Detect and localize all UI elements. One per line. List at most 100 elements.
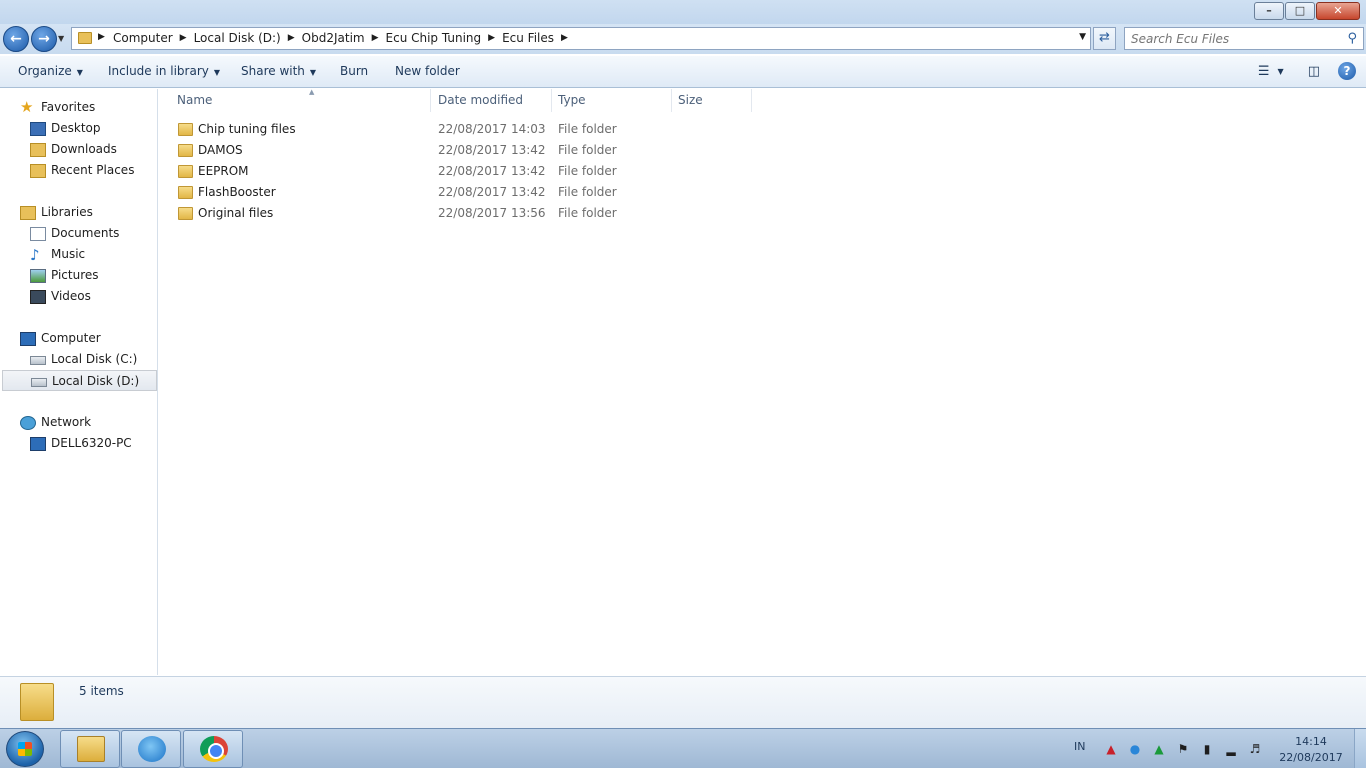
file-type: File folder — [558, 122, 617, 136]
search-icon[interactable]: ⚲ — [1347, 31, 1357, 46]
caret-down-icon: ▼ — [213, 68, 221, 77]
forward-button[interactable]: → — [31, 26, 57, 52]
change-view-icon[interactable]: ☰ — [1258, 64, 1270, 79]
breadcrumb-computer[interactable]: Computer — [110, 31, 176, 46]
help-icon[interactable]: ? — [1338, 62, 1356, 80]
nav-videos[interactable]: Videos — [0, 286, 158, 307]
file-type: File folder — [558, 206, 617, 220]
chrome-icon — [200, 736, 228, 762]
taskbar-teamviewer-button[interactable] — [121, 730, 181, 768]
teamviewer-tray-icon[interactable]: ● — [1128, 742, 1142, 756]
nav-music-label: Music — [51, 247, 86, 261]
chevron-right-icon[interactable]: ▶ — [484, 31, 499, 46]
chevron-right-icon[interactable]: ▶ — [176, 31, 191, 46]
file-row[interactable]: Original files 22/08/2017 13:56 File fol… — [171, 203, 771, 224]
folder-icon — [178, 186, 193, 199]
file-type: File folder — [558, 164, 617, 178]
action-center-flag-icon[interactable]: ⚑ — [1176, 742, 1190, 756]
libraries-icon — [20, 206, 36, 220]
network-computer-icon — [30, 437, 46, 451]
breadcrumb-ecu-files[interactable]: Ecu Files — [499, 31, 557, 46]
network-signal-icon[interactable]: ▂ — [1224, 742, 1238, 756]
view-dropdown-icon[interactable]: ▼ — [1278, 67, 1284, 76]
chevron-right-icon[interactable]: ▶ — [98, 32, 105, 42]
documents-icon — [30, 227, 46, 241]
close-button[interactable]: ✕ — [1316, 2, 1360, 20]
details-pane: 5 items — [0, 676, 1366, 728]
new-folder-button[interactable]: New folder — [395, 64, 460, 78]
chevron-right-icon[interactable]: ▶ — [284, 31, 299, 46]
nav-videos-label: Videos — [51, 289, 91, 303]
item-count: 5 items — [79, 684, 124, 698]
volume-icon[interactable]: ♬ — [1248, 742, 1262, 756]
view-controls: ☰ ▼ ◫ ? — [1244, 62, 1356, 80]
share-with-button[interactable]: Share with ▼ — [241, 64, 316, 78]
nav-downloads[interactable]: Downloads — [0, 139, 158, 160]
nav-libraries[interactable]: Libraries — [0, 202, 158, 223]
file-name: Chip tuning files — [198, 122, 296, 136]
taskbar-explorer-button[interactable] — [60, 730, 120, 768]
column-header-date[interactable]: Date modified — [432, 89, 552, 112]
address-dropdown-icon[interactable]: ▼ — [1079, 32, 1086, 42]
nav-recent-places[interactable]: Recent Places — [0, 160, 158, 181]
organize-button[interactable]: Organize ▼ — [18, 64, 83, 78]
refresh-button[interactable]: ⇄ — [1093, 27, 1116, 50]
preview-pane-icon[interactable]: ◫ — [1308, 64, 1320, 79]
chevron-right-icon[interactable]: ▶ — [368, 31, 383, 46]
folder-icon — [178, 144, 193, 157]
title-bar: – □ ✕ — [0, 0, 1366, 24]
nav-favorites[interactable]: ★ Favorites — [0, 97, 158, 118]
drive-c-icon — [30, 356, 46, 365]
nav-computer[interactable]: Computer — [0, 328, 158, 349]
breadcrumb-local-disk-d[interactable]: Local Disk (D:) — [191, 31, 284, 46]
nav-favorites-label: Favorites — [41, 100, 96, 114]
file-type: File folder — [558, 143, 617, 157]
burn-button[interactable]: Burn — [340, 64, 368, 78]
desktop-icon — [30, 122, 46, 136]
breadcrumb: Computer ▶ Local Disk (D:) ▶ Obd2Jatim ▶… — [110, 31, 572, 46]
file-name: Original files — [198, 206, 274, 220]
nav-downloads-label: Downloads — [51, 142, 117, 156]
include-in-library-button[interactable]: Include in library ▼ — [108, 64, 220, 78]
nav-network[interactable]: Network — [0, 412, 158, 433]
file-row[interactable]: Chip tuning files 22/08/2017 14:03 File … — [171, 119, 771, 140]
nav-pictures[interactable]: Pictures — [0, 265, 158, 286]
recent-pages-dropdown-icon[interactable]: ▼ — [58, 34, 64, 43]
file-row[interactable]: DAMOS 22/08/2017 13:42 File folder — [171, 140, 771, 161]
back-button[interactable]: ← — [3, 26, 29, 52]
include-in-library-label: Include in library — [108, 64, 209, 78]
search-box[interactable]: ⚲ — [1124, 27, 1364, 50]
file-row[interactable]: EEPROM 22/08/2017 13:42 File folder — [171, 161, 771, 182]
column-header-name[interactable]: Name ▲ — [171, 88, 431, 112]
clock[interactable]: 14:14 22/08/2017 — [1276, 734, 1346, 766]
folder-icon — [178, 123, 193, 136]
navigation-pane: ★ Favorites Desktop Downloads Recent Pla… — [0, 89, 158, 675]
start-button[interactable] — [6, 731, 44, 767]
taskbar-chrome-button[interactable] — [183, 730, 243, 768]
power-icon[interactable]: ▮ — [1200, 742, 1214, 756]
triangle-app-icon[interactable]: ▲ — [1152, 742, 1166, 756]
teamviewer-icon — [138, 736, 166, 762]
column-header-type[interactable]: Type — [552, 89, 672, 112]
breadcrumb-ecu-chip-tuning[interactable]: Ecu Chip Tuning — [383, 31, 485, 46]
address-bar[interactable]: ▶ Computer ▶ Local Disk (D:) ▶ Obd2Jatim… — [71, 27, 1091, 50]
nav-local-disk-c-label: Local Disk (C:) — [51, 352, 138, 366]
antivirus-icon[interactable]: ▲ — [1104, 742, 1118, 756]
nav-desktop[interactable]: Desktop — [0, 118, 158, 139]
search-input[interactable] — [1131, 30, 1341, 47]
nav-music[interactable]: ♪ Music — [0, 244, 158, 265]
clock-date: 22/08/2017 — [1279, 751, 1343, 764]
minimize-button[interactable]: – — [1254, 2, 1284, 20]
chevron-right-icon[interactable]: ▶ — [557, 31, 572, 46]
nav-dell-pc[interactable]: DELL6320-PC — [0, 433, 158, 454]
show-desktop-button[interactable] — [1354, 729, 1366, 768]
breadcrumb-obd2jatim[interactable]: Obd2Jatim — [299, 31, 368, 46]
nav-recent-places-label: Recent Places — [51, 163, 135, 177]
maximize-button[interactable]: □ — [1285, 2, 1315, 20]
column-header-size[interactable]: Size — [672, 89, 752, 112]
file-row[interactable]: FlashBooster 22/08/2017 13:42 File folde… — [171, 182, 771, 203]
nav-local-disk-d[interactable]: Local Disk (D:) — [2, 370, 157, 391]
language-indicator[interactable]: IN — [1074, 740, 1085, 753]
nav-documents[interactable]: Documents — [0, 223, 158, 244]
nav-local-disk-c[interactable]: Local Disk (C:) — [0, 349, 158, 370]
